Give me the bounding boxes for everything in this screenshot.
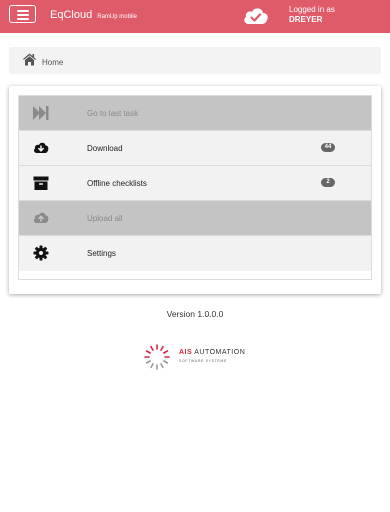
menu-item-upload-all[interactable]: Upload all — [19, 201, 371, 236]
app-version: Version 1.0.0.0 — [166, 309, 224, 319]
cloud-download-icon — [33, 142, 49, 153]
logo-brand: AIS — [179, 349, 193, 356]
login-label: Logged in as — [289, 5, 335, 14]
hamburger-line — [17, 14, 29, 16]
offline-checklists-count-badge: 2 — [321, 178, 335, 187]
menu-item-label: Offline checklists — [87, 179, 147, 188]
app-brand[interactable]: EqCloud RamUp mobile — [50, 9, 137, 21]
ais-logo-mark-icon — [144, 344, 170, 370]
hamburger-menu-button[interactable] — [9, 5, 36, 23]
username: DREYER — [289, 15, 323, 24]
logo-tagline: SOFTWARE SYSTEME — [179, 359, 228, 363]
gear-icon — [33, 245, 49, 261]
company-logo: AIS AUTOMATION SOFTWARE SYSTEME — [143, 343, 253, 371]
hamburger-line — [17, 10, 29, 12]
cloud-upload-icon — [33, 212, 49, 223]
fast-forward-icon — [33, 106, 49, 120]
menu-item-label: Go to last task — [87, 109, 139, 118]
app-subtitle: RamUp mobile — [97, 14, 137, 20]
menu-item-label: Settings — [87, 249, 116, 258]
menu-item-go-to-last-task[interactable]: Go to last task — [19, 96, 371, 131]
app-name: EqCloud — [50, 9, 93, 21]
menu-item-label: Upload all — [87, 214, 123, 223]
menu-item-settings[interactable]: Settings — [19, 236, 371, 271]
home-icon — [22, 53, 37, 66]
breadcrumb-home-label[interactable]: Home — [42, 58, 63, 67]
logo-name: AIS AUTOMATION — [179, 349, 245, 356]
cloud-check-icon — [244, 8, 268, 24]
hamburger-line — [17, 18, 29, 20]
login-info: Logged in as DREYER — [289, 5, 335, 25]
menu-item-download[interactable]: Download 44 — [19, 131, 371, 166]
download-count-badge: 44 — [321, 143, 335, 152]
menu-item-label: Download — [87, 144, 123, 153]
menu-list: Go to last task Download 44 Offline chec… — [18, 95, 372, 280]
breadcrumb: Home — [9, 47, 381, 74]
main-menu-panel: Go to last task Download 44 Offline chec… — [9, 86, 381, 294]
top-navbar: EqCloud RamUp mobile Logged in as DREYER — [0, 0, 390, 33]
archive-box-icon — [33, 176, 49, 190]
logo-text: AUTOMATION — [194, 349, 246, 356]
menu-item-offline-checklists[interactable]: Offline checklists 2 — [19, 166, 371, 201]
